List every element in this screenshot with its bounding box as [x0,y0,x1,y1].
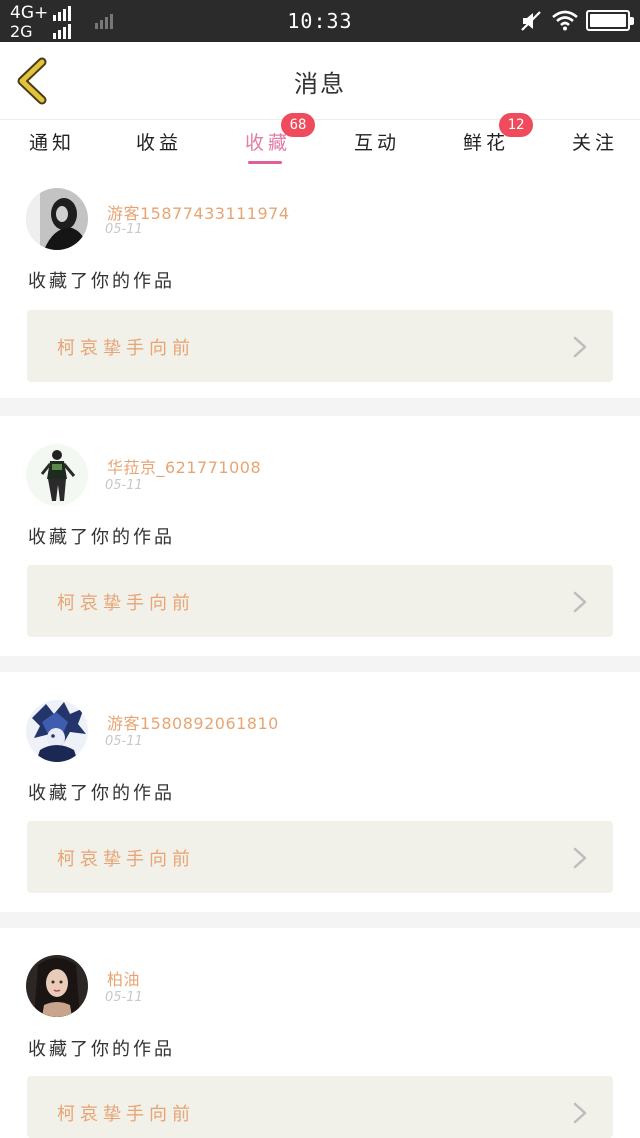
work-title: 柯哀挚手向前 [57,338,195,359]
tab-bar: 通知 收益 收藏 68 互动 鲜花 12 关注 [0,113,640,170]
user-photo [26,444,88,506]
user-photo [26,188,88,250]
message-date: 05-11 [105,478,143,493]
tab-interactions[interactable]: 互动 [352,128,402,168]
favorite-message-card: 柏油 05-11 收藏了你的作品 柯哀挚手向前 [0,928,640,1138]
favorite-message-card: 游客15808920618​10 05-11 收藏了你的作品 柯哀挚手向前 [0,672,640,912]
favorite-message-card: 华菈京_621771008 05-11 收藏了你的作品 柯哀挚手向前 [0,416,640,656]
page-title: 消息 [294,70,346,98]
app-root: 4G+ 2G 10:33 消息 通知 收益 收藏 68 互动 鲜花 12 关注 … [0,0,640,1138]
tab-following[interactable]: 关注 [570,128,620,168]
flowers-count-badge: 12 [499,113,533,137]
message-date: 05-11 [105,734,143,749]
avatar[interactable] [26,700,88,762]
username-link[interactable]: 柏油 [107,966,140,990]
chevron-right-icon [573,591,587,613]
action-text: 收藏了你的作品 [28,1039,175,1060]
work-link[interactable]: 柯哀挚手向前 [27,821,613,893]
username-link[interactable]: 游客15808920618​10 [107,710,279,734]
mute-icon [521,11,541,31]
work-title: 柯哀挚手向前 [57,849,195,870]
user-photo [26,700,88,762]
avatar[interactable] [26,444,88,506]
header-bar: 消息 [0,42,640,120]
work-title: 柯哀挚手向前 [57,593,195,614]
tab-notifications[interactable]: 通知 [27,128,77,168]
chevron-right-icon [573,847,587,869]
favorite-message-card: 游客15877433111974 05-11 收藏了你的作品 柯哀挚手向前 [0,170,640,398]
action-text: 收藏了你的作品 [28,783,175,804]
message-date: 05-11 [105,222,143,237]
action-text: 收藏了你的作品 [28,527,175,548]
clock: 10:33 [287,9,353,33]
user-photo [26,955,88,1017]
action-text: 收藏了你的作品 [28,271,175,292]
status-bar: 4G+ 2G 10:33 [0,0,640,42]
username-link[interactable]: 游客15877433111974 [107,200,290,224]
active-tab-indicator [248,161,282,164]
tab-earnings[interactable]: 收益 [134,128,184,168]
message-date: 05-11 [105,990,143,1005]
chevron-right-icon [573,1102,587,1124]
username-link[interactable]: 华菈京_621771008 [107,454,261,478]
wifi-icon [552,10,578,31]
chevron-right-icon [573,336,587,358]
avatar[interactable] [26,188,88,250]
work-link[interactable]: 柯哀挚手向前 [27,565,613,637]
favorites-count-badge: 68 [281,113,315,137]
work-link[interactable]: 柯哀挚手向前 [27,310,613,382]
avatar[interactable] [26,955,88,1017]
battery-icon [586,10,634,31]
work-title: 柯哀挚手向前 [57,1104,195,1125]
work-link[interactable]: 柯哀挚手向前 [27,1076,613,1138]
